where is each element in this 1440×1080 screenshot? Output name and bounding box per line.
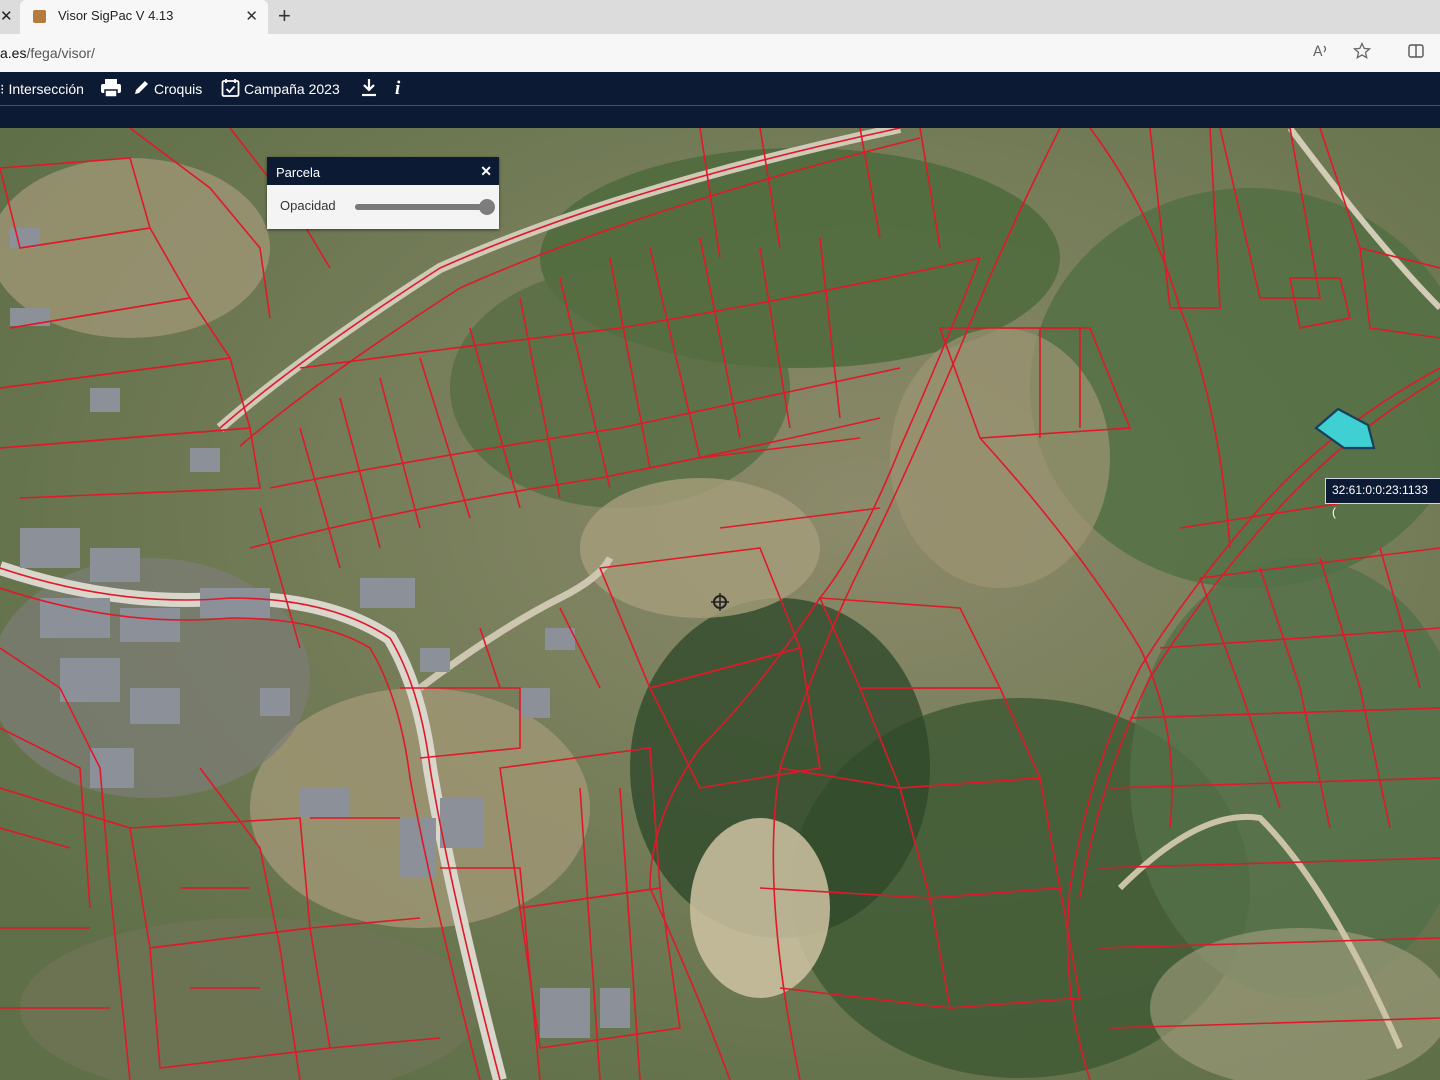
map-canvas[interactable] (0, 128, 1440, 1080)
croquis-button[interactable]: Croquis (133, 78, 202, 100)
interseccion-label: Intersección (8, 81, 84, 97)
campana-button[interactable]: Campaña 2023 (221, 78, 340, 100)
print-icon (100, 78, 122, 101)
download-button[interactable] (360, 78, 378, 100)
download-icon (360, 78, 378, 100)
tab-title: Visor SigPac V 4.13 (58, 8, 174, 23)
pencil-icon (133, 79, 150, 99)
panel-body: Opacidad (267, 185, 499, 229)
address-bar: a.es/fega/visor/ A (0, 34, 1440, 72)
info-button[interactable]: i (395, 78, 400, 100)
orthophoto-map (0, 128, 1440, 1080)
browser-tab[interactable]: Visor SigPac V 4.13 ✕ (20, 0, 268, 34)
opacity-slider-handle[interactable] (479, 199, 495, 215)
app-toolbar: ⁝ Intersección Croquis Campaña 2023 i (0, 72, 1440, 128)
croquis-label: Croquis (154, 81, 203, 97)
interseccion-button[interactable]: ⁝ Intersección (0, 78, 84, 100)
split-screen-icon[interactable] (1407, 42, 1425, 65)
opacity-slider-fill (355, 204, 487, 210)
calendar-check-icon (221, 78, 240, 100)
campana-label: Campaña 2023 (244, 81, 340, 97)
opacity-slider[interactable] (355, 199, 495, 215)
favicon-icon (33, 10, 46, 23)
toolbar-divider (0, 105, 1440, 106)
previous-tab-close-icon[interactable]: ✕ (0, 7, 13, 27)
info-icon: i (395, 78, 401, 99)
url-host: a.es (0, 45, 27, 61)
new-tab-button[interactable]: + (278, 3, 291, 29)
url-text[interactable]: a.es/fega/visor/ (0, 45, 95, 61)
parcela-layer-panel: Parcela ✕ Opacidad (267, 157, 499, 229)
tab-close-icon[interactable]: ✕ (245, 7, 258, 25)
read-aloud-icon[interactable]: A (1312, 42, 1330, 65)
favorite-star-icon[interactable] (1352, 41, 1372, 65)
parcel-reference-label: 32:61:0:0:23:1133 ( (1325, 478, 1440, 519)
intersection-icon: ⁝ (0, 81, 5, 97)
panel-title: Parcela (276, 165, 321, 180)
opacity-label: Opacidad (280, 198, 336, 213)
print-button[interactable] (100, 78, 122, 100)
browser-tab-bar: ✕ Visor SigPac V 4.13 ✕ + (0, 0, 1440, 34)
url-path: /fega/visor/ (26, 45, 95, 61)
svg-text:A: A (1313, 44, 1323, 60)
panel-close-icon[interactable]: ✕ (480, 163, 492, 180)
panel-header: Parcela ✕ (267, 157, 499, 185)
